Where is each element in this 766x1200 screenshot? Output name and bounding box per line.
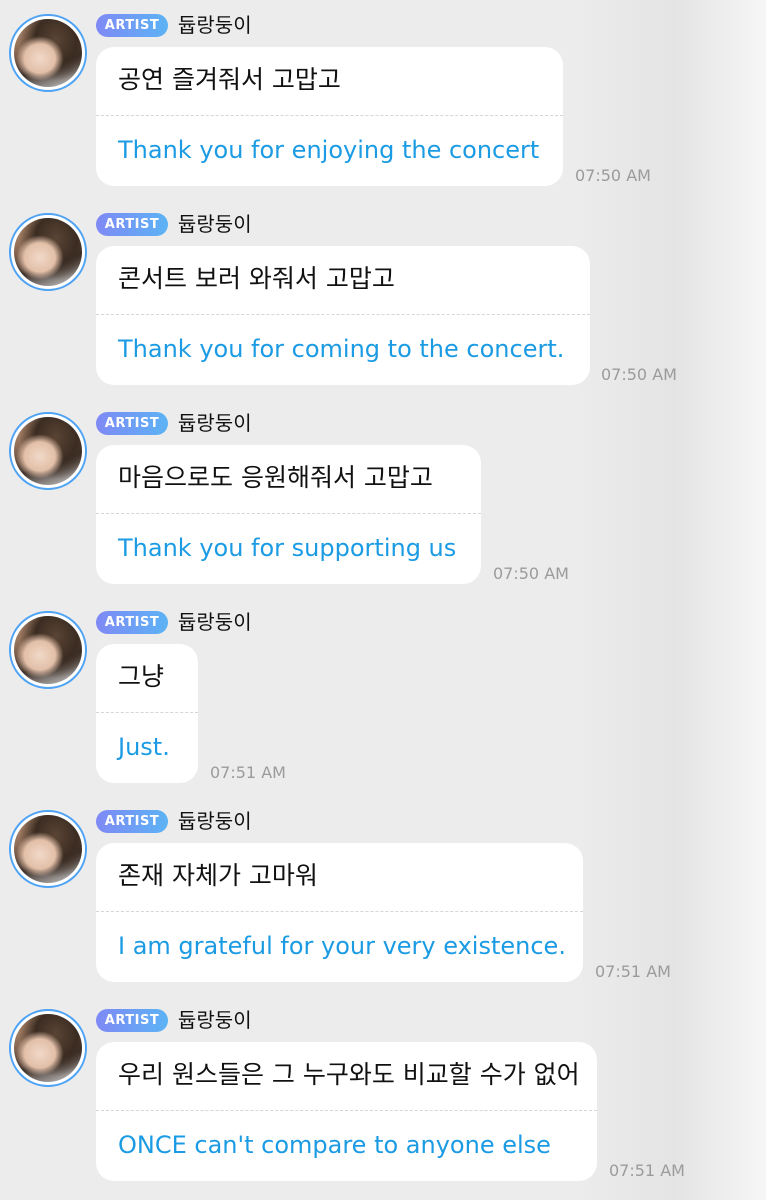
artist-badge: ARTIST	[96, 810, 168, 833]
avatar-photo	[14, 1014, 82, 1082]
artist-badge: ARTIST	[96, 412, 168, 435]
chat-message: ARTIST 듑랑둥이 공연 즐겨줘서 고맙고 Thank you for en…	[0, 0, 766, 199]
message-bubble[interactable]: 존재 자체가 고마워 I am grateful for your very e…	[96, 843, 583, 982]
message-timestamp: 07:51 AM	[210, 763, 286, 782]
message-translation-text: Thank you for coming to the concert.	[118, 335, 565, 363]
message-original-text: 공연 즐겨줘서 고맙고	[118, 65, 341, 94]
artist-avatar[interactable]	[9, 412, 87, 490]
artist-badge: ARTIST	[96, 14, 168, 37]
chat-message: ARTIST 듑랑둥이 마음으로도 응원해줘서 고맙고 Thank you fo…	[0, 398, 766, 597]
translation-divider	[96, 513, 481, 514]
chat-message: ARTIST 듑랑둥이 우리 원스들은 그 누구와도 비교할 수가 없어 ONC…	[0, 995, 766, 1194]
message-original-text: 콘서트 보러 와줘서 고맙고	[118, 264, 395, 293]
artist-avatar[interactable]	[9, 611, 87, 689]
sender-name: 듑랑둥이	[178, 212, 252, 236]
message-timestamp: 07:51 AM	[609, 1161, 685, 1180]
message-translation-text: Just.	[118, 733, 170, 761]
artist-avatar[interactable]	[9, 14, 87, 92]
artist-badge: ARTIST	[96, 213, 168, 236]
message-original-text: 우리 원스들은 그 누구와도 비교할 수가 없어	[118, 1060, 580, 1089]
avatar-photo	[14, 815, 82, 883]
sender-name: 듑랑둥이	[178, 13, 252, 37]
chat-message: ARTIST 듑랑둥이 그냥 Just. 07:51 AM	[0, 597, 766, 796]
message-bubble[interactable]: 마음으로도 응원해줘서 고맙고 Thank you for supporting…	[96, 445, 481, 584]
chat-thread[interactable]: ARTIST 듑랑둥이 공연 즐겨줘서 고맙고 Thank you for en…	[0, 0, 766, 1200]
artist-avatar[interactable]	[9, 213, 87, 291]
message-bubble[interactable]: 콘서트 보러 와줘서 고맙고 Thank you for coming to t…	[96, 246, 590, 385]
message-original-text: 그냥	[118, 662, 165, 691]
translation-divider	[96, 314, 590, 315]
message-timestamp: 07:51 AM	[595, 962, 671, 981]
translation-divider	[96, 712, 198, 713]
message-translation-text: Thank you for enjoying the concert	[118, 136, 540, 164]
message-timestamp: 07:50 AM	[493, 564, 569, 583]
message-original-text: 존재 자체가 고마워	[118, 861, 318, 890]
sender-name: 듑랑둥이	[178, 411, 252, 435]
artist-badge: ARTIST	[96, 611, 168, 634]
avatar-photo	[14, 218, 82, 286]
artist-avatar[interactable]	[9, 1009, 87, 1087]
message-bubble[interactable]: 공연 즐겨줘서 고맙고 Thank you for enjoying the c…	[96, 47, 563, 186]
sender-name: 듑랑둥이	[178, 610, 252, 634]
message-bubble[interactable]: 그냥 Just.	[96, 644, 198, 783]
avatar-photo	[14, 417, 82, 485]
message-translation-text: ONCE can't compare to anyone else	[118, 1131, 551, 1159]
message-original-text: 마음으로도 응원해줘서 고맙고	[118, 463, 433, 492]
message-translation-text: I am grateful for your very existence.	[118, 932, 566, 960]
translation-divider	[96, 911, 583, 912]
artist-badge: ARTIST	[96, 1009, 168, 1032]
artist-avatar[interactable]	[9, 810, 87, 888]
avatar-photo	[14, 616, 82, 684]
message-timestamp: 07:50 AM	[601, 365, 677, 384]
message-translation-text: Thank you for supporting us	[118, 534, 457, 562]
chat-message: ARTIST 듑랑둥이 존재 자체가 고마워 I am grateful for…	[0, 796, 766, 995]
avatar-photo	[14, 19, 82, 87]
sender-name: 듑랑둥이	[178, 1008, 252, 1032]
translation-divider	[96, 1110, 597, 1111]
message-timestamp: 07:50 AM	[575, 166, 651, 185]
sender-name: 듑랑둥이	[178, 809, 252, 833]
message-bubble[interactable]: 우리 원스들은 그 누구와도 비교할 수가 없어 ONCE can't comp…	[96, 1042, 597, 1181]
chat-message: ARTIST 듑랑둥이 콘서트 보러 와줘서 고맙고 Thank you for…	[0, 199, 766, 398]
translation-divider	[96, 115, 563, 116]
